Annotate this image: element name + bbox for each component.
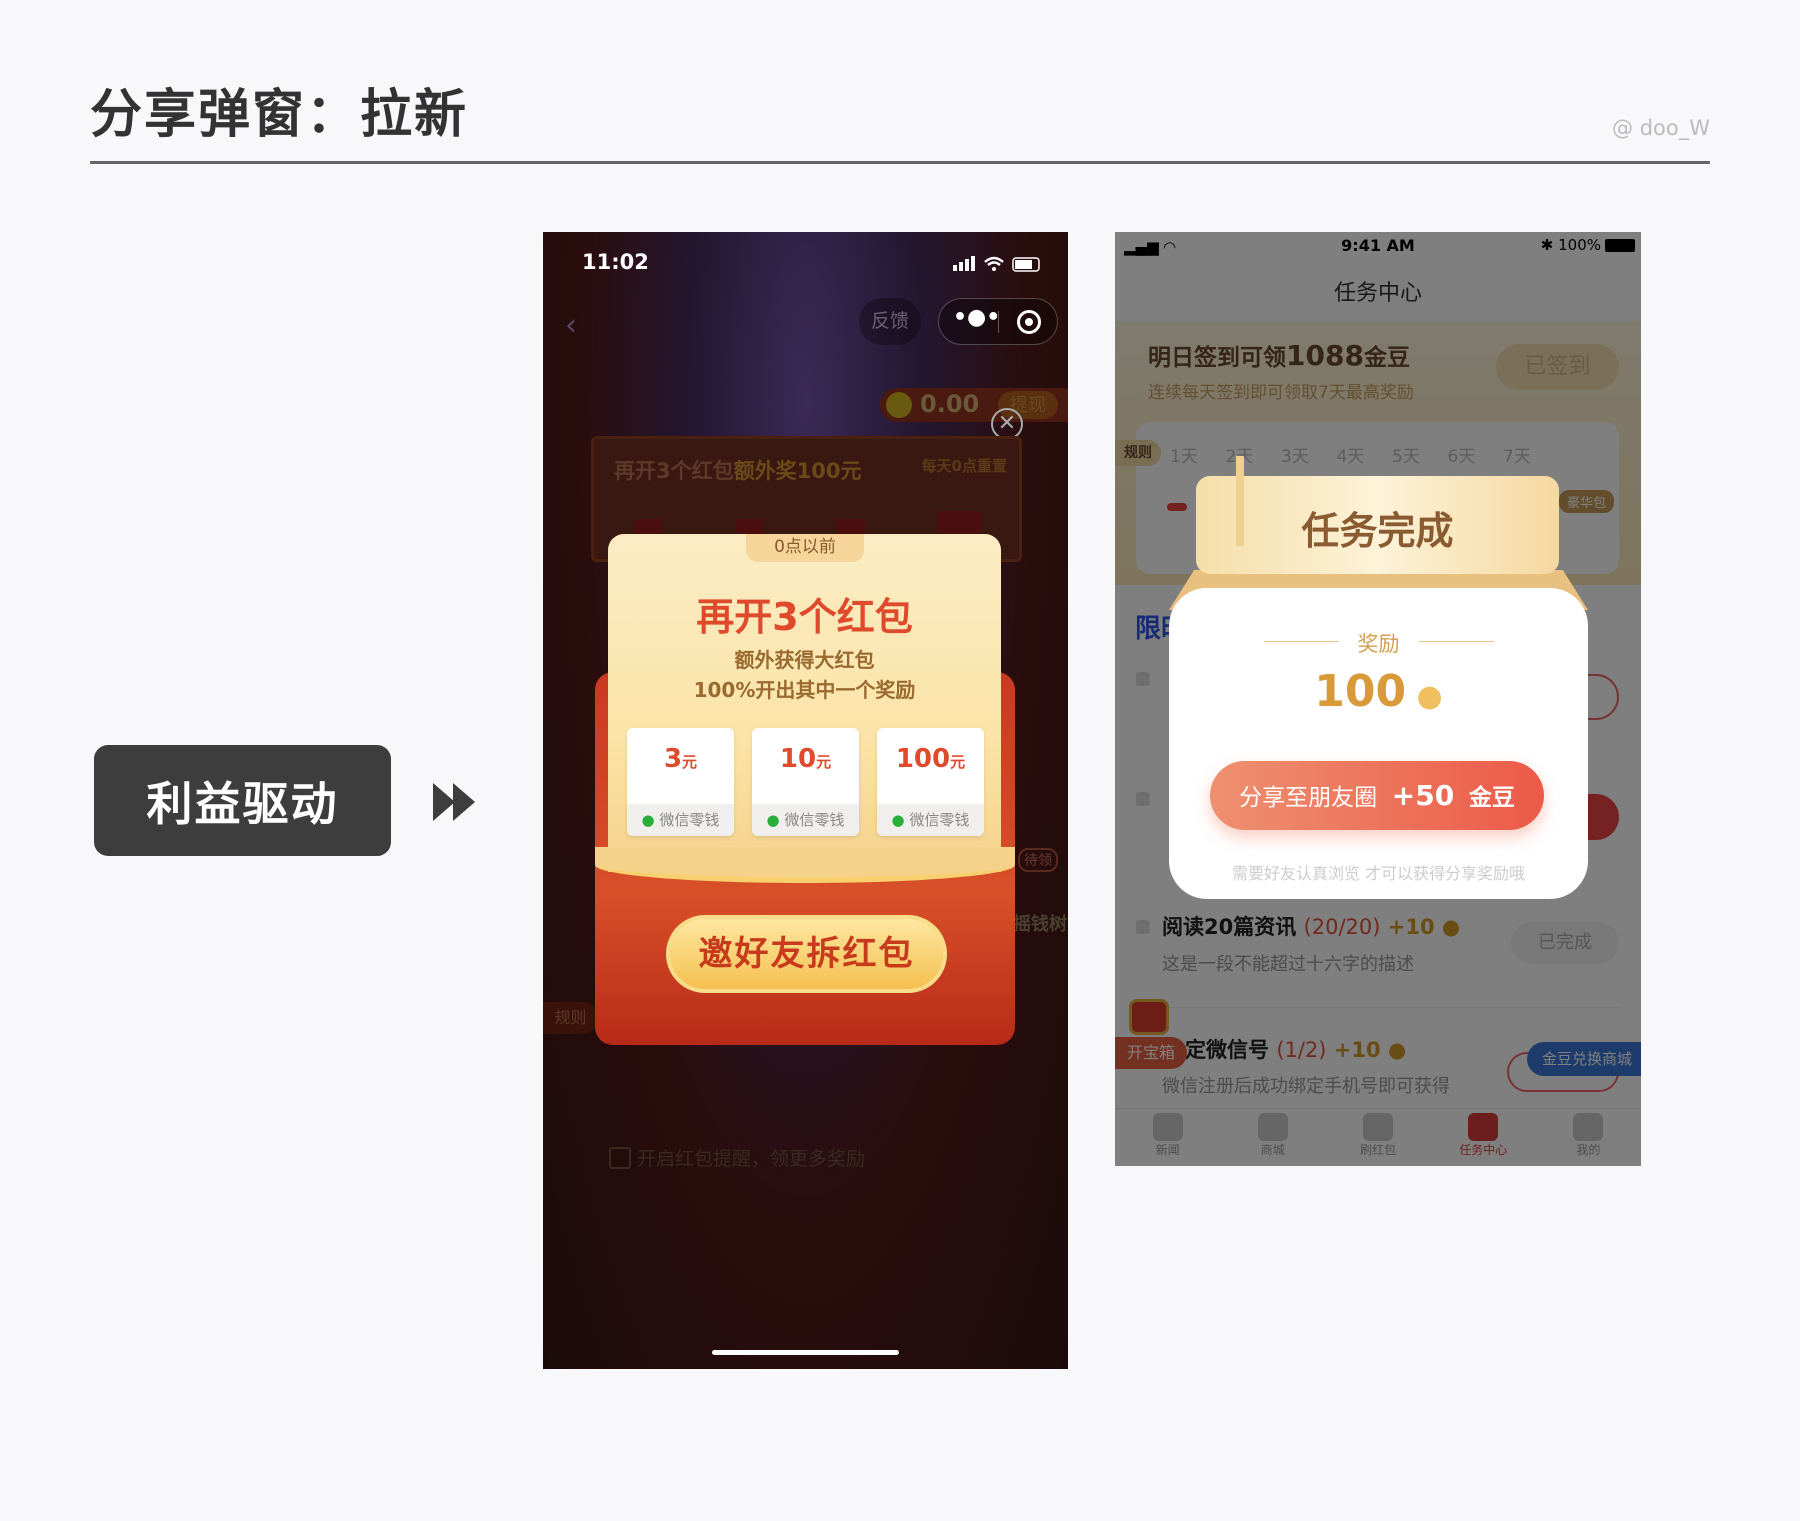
feedback-button[interactable]: 反馈 [859,298,921,345]
home-indicator [712,1350,899,1355]
phone-screen-task-center: ▂▄▆ ◠ 9:41 AM ✱ 100% 任务中心 明日签到可领1088金豆 连… [1115,232,1641,1166]
coin-icon [886,392,912,418]
more-icon[interactable]: •●• [953,305,1000,330]
balance-bar: 0.00 提现 [880,388,1068,422]
popup-header: 任务完成 [1196,456,1559,574]
reminder-label: 开启红包提醒，领更多奖励 [637,1148,866,1170]
money-tree-label[interactable]: 摇钱树 [1013,910,1067,936]
phone-screen-red-packet: 11:02 ‹ 反馈 •●• 0.00 提现 ✕ 再开3个红包额外奖100元 每… [543,232,1068,1369]
rules-button[interactable]: 规则 [543,1002,598,1034]
header-divider [90,161,1710,164]
popup-line1: 额外获得大红包 [734,648,875,672]
back-icon[interactable]: ‹ [565,308,577,343]
wechat-icon: ● [641,811,655,829]
invite-friends-button[interactable]: 邀好友拆红包 [666,915,947,993]
bean-icon: ● [1406,679,1443,714]
popup-tab: 0点以前 [746,534,864,562]
category-tag: 利益驱动 [94,745,391,856]
status-icons [953,256,1040,272]
page-title: 分享弹窗：拉新 [90,85,469,145]
reward-amount: 100 ● [1314,666,1443,717]
miniprogram-capsule: •●• [938,298,1058,345]
banner-text: 再开3个红包 [614,459,734,483]
reward-option-card: 3元 ● 微信零钱 [627,728,734,836]
reward-value: 3元 [663,744,698,774]
reward-source: 微信零钱 [909,811,970,829]
reward-source: 微信零钱 [659,811,720,829]
banner-bonus: 额外奖100元 [733,459,862,483]
fast-forward-icon [433,783,475,821]
reward-value: 100元 [895,744,966,774]
reward-label: 奖励 [1357,632,1400,656]
reminder-checkbox[interactable] [609,1147,631,1169]
popup-title: 再开3个红包 [696,595,913,639]
wechat-icon: ● [891,811,905,829]
watermark: @ doo_W [1612,116,1710,140]
share-note: 需要好友认真浏览 才可以获得分享奖励哦 [1231,864,1526,883]
reward-option-card: 100元 ● 微信零钱 [877,728,984,836]
reward-source: 微信零钱 [784,811,845,829]
reward-card: 奖励 100 ● 分享至朋友圈 +50 金豆 需要好友认真浏览 才可以获得分享奖… [1169,588,1588,899]
reward-value: 10元 [779,744,832,774]
status-time: 11:02 [582,250,649,274]
balance-amount: 0.00 [920,390,980,418]
close-miniprogram-icon[interactable] [1017,310,1041,334]
banner-reset: 每天0点重置 [921,457,1007,475]
pending-badge: 待领 [1018,848,1058,872]
signpost-icon [1236,456,1244,546]
wechat-icon: ● [766,811,780,829]
envelope-flap [595,847,1015,883]
share-moments-button[interactable]: 分享至朋友圈 +50 金豆 [1210,761,1544,830]
popup-line2: 100%开出其中一个奖励 [693,678,916,702]
reward-option-card: 10元 ● 微信零钱 [752,728,859,836]
popup-title: 任务完成 [1301,509,1454,553]
